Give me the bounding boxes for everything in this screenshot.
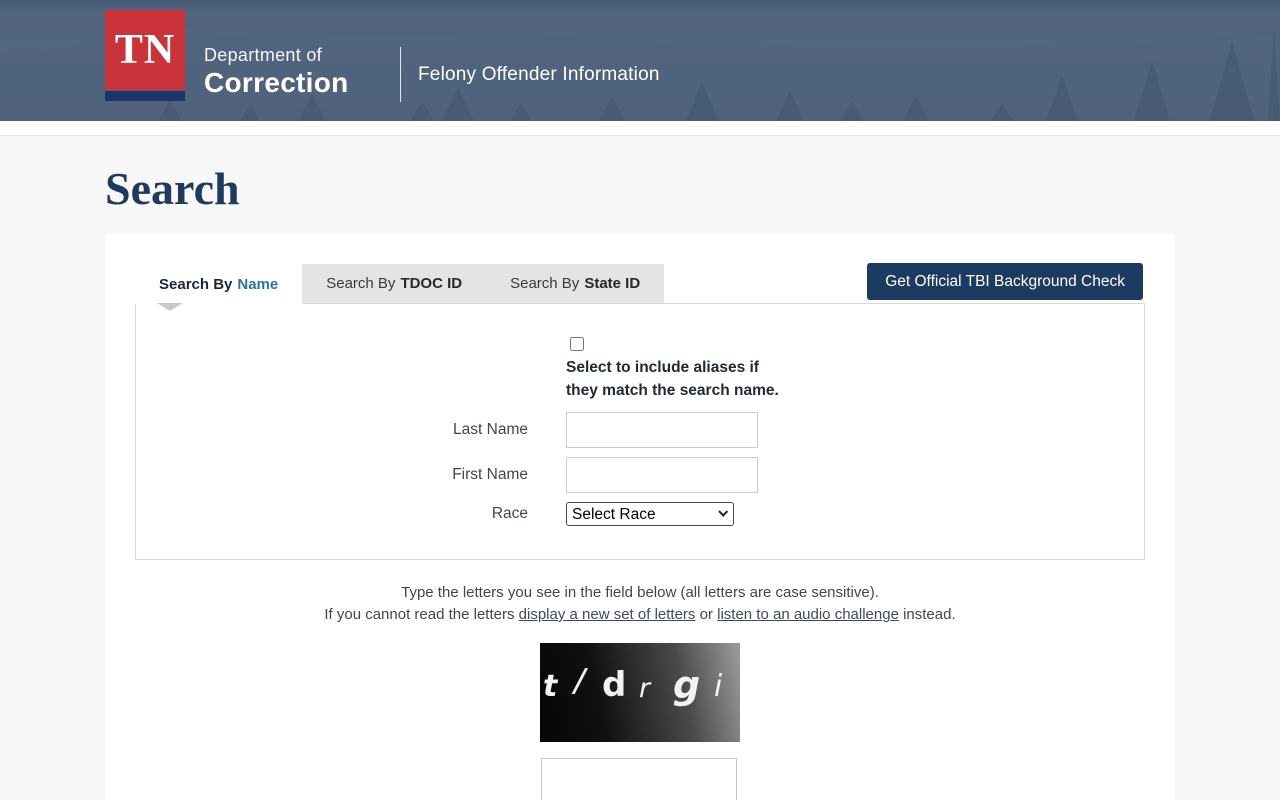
captcha-letter: l [568, 663, 590, 703]
captcha-letter: d [602, 665, 626, 705]
search-card: Search By Name Search By TDOC ID Search … [105, 234, 1175, 800]
display-new-letters-link[interactable]: display a new set of letters [519, 606, 696, 623]
active-tab-caret-icon [157, 303, 183, 311]
captcha-letter: i [714, 669, 722, 704]
forest-silhouette [0, 0, 1280, 121]
header-bottom-band [0, 121, 1280, 136]
tn-logo-underline [105, 91, 185, 101]
last-name-label: Last Name [136, 412, 528, 448]
last-name-input[interactable] [566, 412, 758, 448]
captcha-instruction-line2: If you cannot read the letters display a… [105, 606, 1175, 623]
department-wordmark-line1: Department of [204, 45, 349, 66]
tab-search-by-name[interactable]: Search By Name [135, 264, 302, 304]
captcha-letter: r [639, 673, 650, 704]
tab-key: Name [237, 276, 278, 293]
page-title: Search [105, 162, 240, 215]
tab-search-by-state-id[interactable]: Search By State ID [486, 264, 664, 303]
tab-prefix: Search By [326, 275, 395, 292]
captcha-letter: g [673, 663, 700, 707]
include-aliases-label-line2: they match the search name. [566, 379, 779, 402]
include-aliases-label: Select to include aliases if they match … [566, 356, 779, 402]
include-aliases-checkbox[interactable] [570, 337, 584, 351]
search-tabs: Search By Name Search By TDOC ID Search … [135, 264, 664, 304]
audio-challenge-link[interactable]: listen to an audio challenge [717, 606, 899, 623]
tab-prefix: Search By [159, 276, 232, 293]
department-wordmark: Department of Correction [204, 45, 349, 99]
search-by-name-panel: Select to include aliases if they match … [135, 303, 1145, 560]
tab-key: TDOC ID [400, 275, 462, 292]
race-label: Race [136, 500, 528, 528]
tab-key: State ID [584, 275, 640, 292]
tab-prefix: Search By [510, 275, 579, 292]
first-name-input[interactable] [566, 457, 758, 493]
captcha-instruction-prefix: If you cannot read the letters [324, 606, 518, 623]
captcha-image: t l d r g i [540, 643, 740, 742]
first-name-label: First Name [136, 457, 528, 493]
header-divider [400, 47, 401, 102]
department-wordmark-line2: Correction [204, 67, 349, 99]
captcha-instruction-line1: Type the letters you see in the field be… [105, 584, 1175, 601]
tab-search-by-tdoc-id[interactable]: Search By TDOC ID [302, 264, 486, 303]
tbi-background-check-button[interactable]: Get Official TBI Background Check [867, 263, 1143, 300]
captcha-letter: t [543, 669, 557, 704]
app-title: Felony Offender Information [418, 64, 660, 86]
race-select[interactable]: Select Race [566, 502, 734, 526]
race-select-wrap: Select Race [566, 502, 734, 526]
captcha-instruction-middle: or [695, 606, 717, 623]
tn-logo: TN [105, 10, 185, 101]
include-aliases-label-line1: Select to include aliases if [566, 356, 779, 379]
site-header: TN Department of Correction Felony Offen… [0, 0, 1280, 121]
captcha-instruction-suffix: instead. [899, 606, 956, 623]
tn-logo-acronym: TN [105, 10, 185, 90]
captcha-answer-input[interactable] [541, 758, 737, 800]
